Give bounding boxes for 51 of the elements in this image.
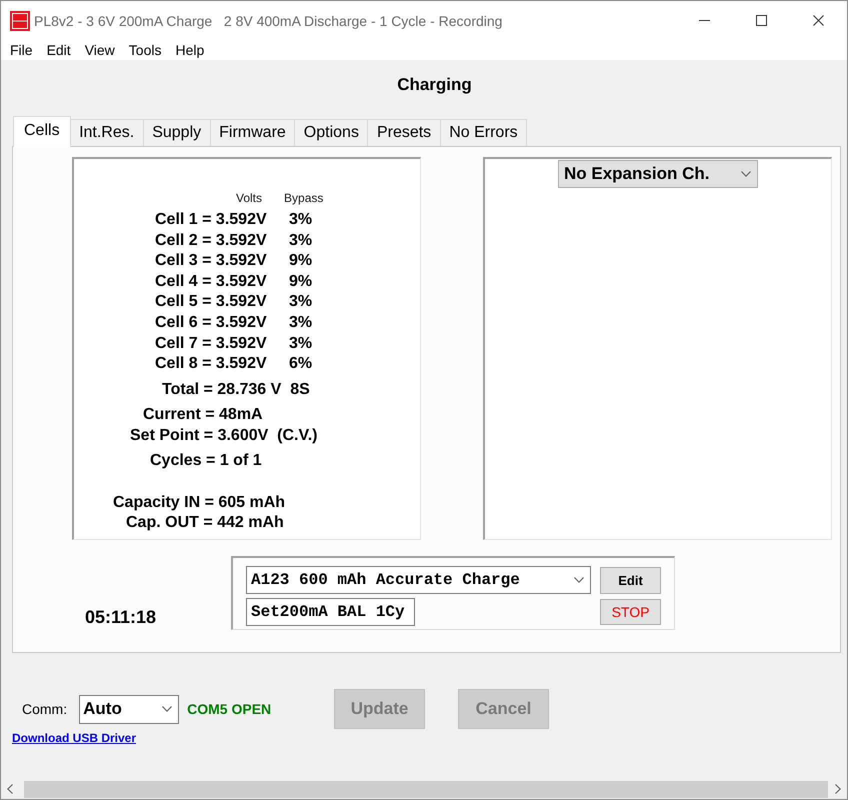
readout-text: Total = 28.736 V 8S: [162, 380, 310, 398]
cell-voltage-reading: Cell 4 = 3.592V: [155, 272, 267, 292]
cell-voltage-reading: Cell 1 = 3.592V: [155, 210, 267, 230]
bypass-value: 3%: [289, 292, 312, 312]
elapsed-time: 05:11:18: [85, 607, 156, 627]
readout-text: Capacity IN = 605 mAh: [113, 494, 286, 511]
menu-item[interactable]: View: [78, 41, 122, 59]
menu-item[interactable]: File: [3, 41, 40, 59]
readout-text: Cycles = 1 of 1: [150, 452, 262, 469]
bypass-value: 3%: [289, 210, 312, 230]
connection-status: COM5 OPEN: [187, 701, 272, 717]
tab[interactable]: No Errors: [440, 119, 528, 146]
chevron-down-icon: [741, 171, 751, 177]
bypass-value: 9%: [289, 251, 312, 272]
edit-button[interactable]: Edit: [600, 566, 661, 594]
scrollbar-thumb[interactable]: [24, 780, 828, 798]
cell-voltage-reading: Cell 8 = 3.592V: [155, 354, 267, 374]
bypass-value: 3%: [289, 334, 312, 354]
close-icon[interactable]: [813, 15, 824, 26]
menu-item[interactable]: Edit: [40, 41, 78, 59]
bypass-value: 6%: [289, 354, 312, 374]
maximize-icon[interactable]: [756, 15, 767, 26]
menu-item[interactable]: Tools: [122, 41, 168, 59]
app-logo-icon: [10, 10, 30, 30]
menu-item[interactable]: Help: [168, 41, 212, 59]
tab[interactable]: Cells: [13, 116, 71, 147]
download-driver-link[interactable]: Download USB Driver: [12, 731, 136, 745]
scroll-left-icon[interactable]: [7, 784, 13, 794]
comm-port-dropdown[interactable]: Auto: [79, 694, 180, 724]
window-title: PL8v2 - 3 6V 200mA Charge 2 8V 400mA Discharge - 1 Cycle - Recording: [34, 12, 504, 28]
comm-label: Comm:: [22, 701, 68, 717]
readout-text: Current = 48mA: [143, 406, 263, 423]
scroll-right-icon[interactable]: [834, 784, 840, 794]
cell-voltage-reading: Cell 7 = 3.592V: [155, 334, 267, 354]
column-header: Bypass: [284, 190, 324, 206]
bypass-value: 3%: [289, 312, 312, 333]
chevron-down-icon: [574, 577, 584, 583]
status-heading: Charging: [397, 75, 472, 95]
cell-voltage-reading: Cell 6 = 3.592V: [155, 312, 267, 333]
column-header: Volts: [236, 190, 262, 206]
chevron-down-icon: [162, 706, 172, 712]
bypass-value: 9%: [289, 272, 312, 292]
program-name-field[interactable]: Set200mA BAL 1Cy: [246, 598, 415, 626]
cell-voltage-reading: Cell 5 = 3.592V: [155, 292, 267, 312]
preset-dropdown[interactable]: A123 600 mAh Accurate Charge: [246, 566, 591, 594]
bypass-value: 3%: [289, 230, 312, 251]
readout-text: Set Point = 3.600V (C.V.): [130, 426, 318, 444]
cell-voltage-reading: Cell 2 = 3.592V: [155, 230, 267, 251]
readout-text: Cap. OUT = 442 mAh: [126, 514, 284, 531]
cell-voltage-reading: Cell 3 = 3.592V: [155, 251, 267, 272]
expansion-dropdown[interactable]: No Expansion Ch.: [558, 160, 758, 188]
